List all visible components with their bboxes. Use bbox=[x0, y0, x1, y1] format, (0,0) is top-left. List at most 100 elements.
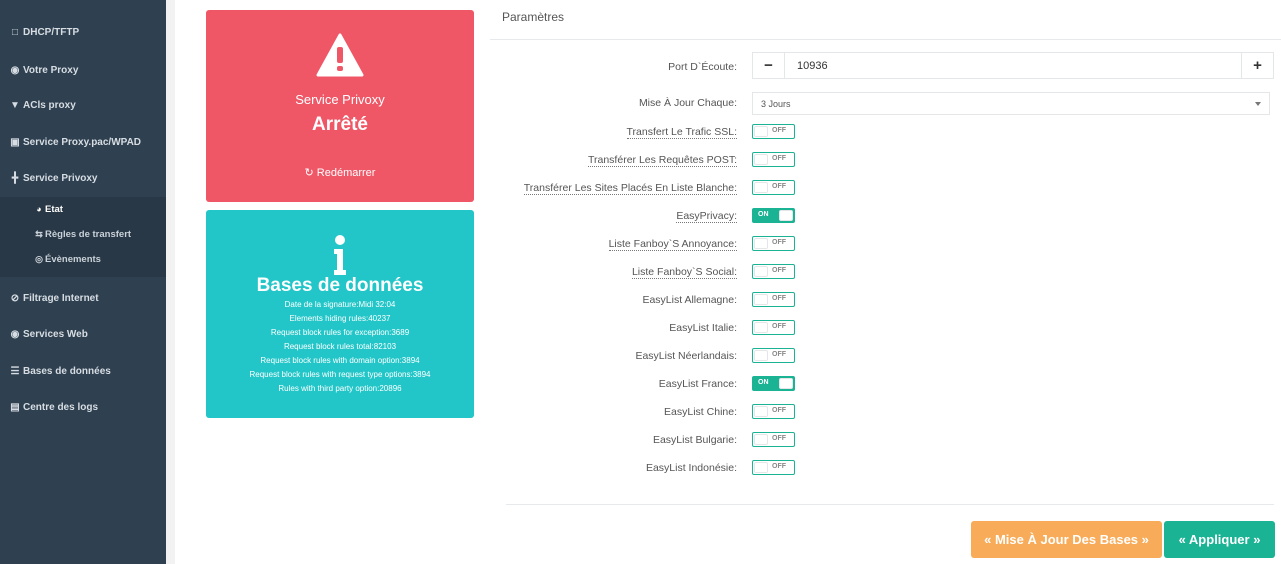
sidebar-item-proxy-pac[interactable]: ▣ Service Proxy.pac/WPAD bbox=[9, 135, 141, 149]
eye-slash-icon: ⊘ bbox=[10, 292, 20, 304]
params-title: Paramètres bbox=[502, 10, 565, 24]
sidebar-item-dhcp-tftp[interactable]: □ DHCP/TFTP bbox=[9, 25, 79, 39]
toggle-easylist-dutch[interactable]: OFF bbox=[752, 348, 795, 363]
toggle-knob bbox=[754, 462, 768, 473]
update-frequency-value: 3 Jours bbox=[761, 98, 791, 109]
toggle-label: Transférer Les Requêtes POST: bbox=[587, 154, 737, 167]
toggle-state: OFF bbox=[772, 127, 786, 134]
toggle-easylist-china[interactable]: OFF bbox=[752, 404, 795, 419]
sidebar-subitem-label: Règles de transfert bbox=[45, 228, 132, 240]
toggle-knob bbox=[754, 126, 768, 137]
service-state: Arrêté bbox=[312, 114, 368, 135]
sidebar-item-label: Services Web bbox=[23, 328, 88, 340]
toggle-label: Liste Fanboy`S Annoyance: bbox=[608, 238, 737, 251]
toggle-knob bbox=[754, 238, 768, 249]
toggle-knob bbox=[779, 378, 793, 389]
stat-line: Request block rules for exception:3689 bbox=[270, 328, 410, 337]
toggle-state: OFF bbox=[772, 295, 786, 302]
toggle-label: EasyList Allemagne: bbox=[642, 294, 737, 306]
sidebar-subitem-label: Etat bbox=[45, 203, 63, 215]
restart-label: Redémarrer bbox=[316, 167, 376, 179]
warning-icon bbox=[316, 33, 364, 77]
toggle-post[interactable]: OFF bbox=[752, 152, 795, 167]
toggle-state: OFF bbox=[772, 183, 786, 190]
toggle-easylist-france[interactable]: ON bbox=[752, 376, 795, 391]
sidebar-subitem-evenements[interactable]: ◎ Évènements bbox=[33, 252, 101, 266]
sidebar-item-acls-proxy[interactable]: ▼ ACls proxy bbox=[9, 98, 76, 112]
restart-link[interactable]: ↻ Redémarrer bbox=[206, 166, 474, 179]
toggle-label: Transférer Les Sites Placés En Liste Bla… bbox=[523, 182, 737, 195]
toggle-label: EasyList France: bbox=[658, 378, 737, 390]
sidebar-item-label: Service Proxy.pac/WPAD bbox=[23, 136, 142, 148]
update-frequency-label: Mise À Jour Chaque: bbox=[638, 97, 737, 109]
toggle-fanboy-social[interactable]: OFF bbox=[752, 264, 795, 279]
stat-line: Elements hiding rules:40237 bbox=[289, 314, 391, 323]
sidebar-item-service-privoxy[interactable]: ╋ Service Privoxy bbox=[9, 171, 98, 185]
toggle-label: EasyPrivacy: bbox=[676, 210, 737, 223]
toggle-whitelist[interactable]: OFF bbox=[752, 180, 795, 195]
toggle-state: OFF bbox=[772, 155, 786, 162]
toggle-state: OFF bbox=[772, 267, 786, 274]
sidebar-subitem-regles[interactable]: ⇆ Règles de transfert bbox=[33, 227, 131, 241]
file-icon: ▤ bbox=[10, 401, 20, 413]
toggle-state: OFF bbox=[772, 239, 786, 246]
sidebar-item-label: ACls proxy bbox=[23, 99, 76, 111]
toggle-ssl[interactable]: OFF bbox=[752, 124, 795, 139]
toggle-knob bbox=[754, 154, 768, 165]
toggle-knob bbox=[754, 266, 768, 277]
port-label: Port D`Écoute: bbox=[668, 61, 737, 73]
exchange-icon: ⇆ bbox=[35, 228, 43, 239]
increment-button[interactable]: + bbox=[1241, 53, 1273, 78]
toggle-knob bbox=[754, 322, 768, 333]
stat-line: Rules with third party option:20896 bbox=[278, 384, 402, 393]
update-frequency-select[interactable]: 3 Jours bbox=[752, 92, 1270, 115]
sidebar-subitem-etat[interactable]: ◕ Etat bbox=[33, 202, 63, 216]
toggle-state: ON bbox=[758, 211, 769, 218]
update-databases-button[interactable]: « Mise À Jour Des Bases » bbox=[971, 521, 1162, 558]
sidebar-item-label: Service Privoxy bbox=[23, 172, 98, 184]
sidebar-item-label: Filtrage Internet bbox=[23, 292, 99, 304]
database-info-card: Bases de données Date de la signature:Mi… bbox=[206, 210, 474, 418]
toggle-easylist-italy[interactable]: OFF bbox=[752, 320, 795, 335]
toggle-easyprivacy[interactable]: ON bbox=[752, 208, 795, 223]
decrement-button[interactable]: − bbox=[753, 53, 785, 78]
globe-icon: ◉ bbox=[10, 64, 20, 76]
stat-line: Request block rules total:82103 bbox=[283, 342, 397, 351]
apply-button[interactable]: « Appliquer » bbox=[1164, 521, 1275, 558]
toggle-knob bbox=[779, 210, 793, 221]
toggle-state: OFF bbox=[772, 463, 786, 470]
sidebar-item-votre-proxy[interactable]: ◉ Votre Proxy bbox=[9, 63, 79, 77]
database-stats: Date de la signature:Midi 32:04 Elements… bbox=[206, 298, 474, 396]
database-title: Bases de données bbox=[256, 275, 424, 296]
sidebar-item-logs[interactable]: ▤ Centre des logs bbox=[9, 400, 98, 414]
toggle-label: EasyList Bulgarie: bbox=[652, 434, 737, 446]
shield-icon: ▼ bbox=[10, 99, 20, 111]
port-input[interactable]: 10936 bbox=[785, 53, 1241, 78]
toggle-label: EasyList Chine: bbox=[664, 406, 737, 418]
toggle-knob bbox=[754, 350, 768, 361]
service-title: Service Privoxy bbox=[295, 92, 385, 107]
divider bbox=[490, 39, 1281, 40]
refresh-icon: ↻ bbox=[304, 167, 314, 179]
toggle-label: Liste Fanboy`S Social: bbox=[631, 266, 737, 279]
port-stepper: − 10936 + bbox=[752, 52, 1274, 79]
stat-line: Request block rules with domain option:3… bbox=[260, 356, 420, 365]
toggle-state: OFF bbox=[772, 323, 786, 330]
toggle-easylist-indonesia[interactable]: OFF bbox=[752, 460, 795, 475]
toggle-easylist-germany[interactable]: OFF bbox=[752, 292, 795, 307]
toggle-easylist-bulgaria[interactable]: OFF bbox=[752, 432, 795, 447]
toggle-state: OFF bbox=[772, 351, 786, 358]
sidebar-item-services-web[interactable]: ◉ Services Web bbox=[9, 327, 88, 341]
image-icon: ▣ bbox=[10, 136, 20, 148]
sidebar-item-label: DHCP/TFTP bbox=[23, 26, 80, 38]
toggle-state: OFF bbox=[772, 407, 786, 414]
eye-icon: ◎ bbox=[35, 253, 43, 264]
sidebar-item-label: Bases de données bbox=[23, 365, 111, 377]
sidebar-item-bases[interactable]: ☰ Bases de données bbox=[9, 364, 111, 378]
sidebar-item-label: Votre Proxy bbox=[23, 64, 79, 76]
toggle-state: OFF bbox=[772, 435, 786, 442]
toggle-label: EasyList Italie: bbox=[669, 322, 737, 334]
sidebar-item-filtrage[interactable]: ⊘ Filtrage Internet bbox=[9, 291, 99, 305]
toggle-fanboy-annoyance[interactable]: OFF bbox=[752, 236, 795, 251]
caret-down-icon bbox=[1255, 102, 1261, 106]
